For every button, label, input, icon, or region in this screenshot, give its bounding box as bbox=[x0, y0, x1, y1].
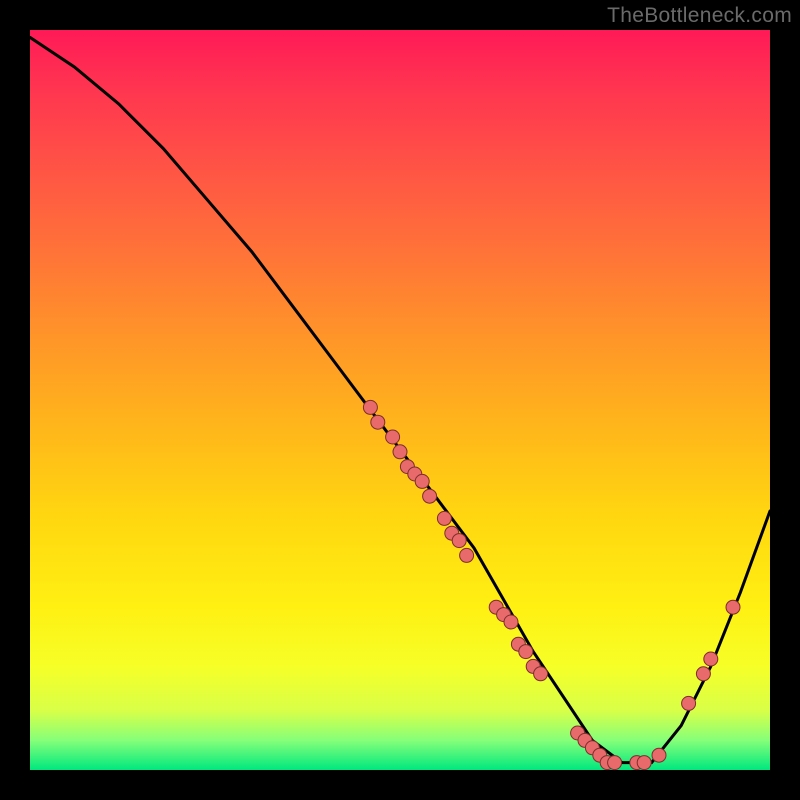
bottleneck-curve bbox=[30, 37, 770, 762]
plot-area bbox=[30, 30, 770, 770]
data-marker bbox=[423, 489, 437, 503]
watermark-text: TheBottleneck.com bbox=[607, 4, 792, 28]
data-marker bbox=[608, 756, 622, 770]
data-marker bbox=[652, 748, 666, 762]
data-marker bbox=[393, 445, 407, 459]
data-marker bbox=[460, 548, 474, 562]
data-marker bbox=[696, 667, 710, 681]
data-marker bbox=[363, 400, 377, 414]
data-marker bbox=[726, 600, 740, 614]
data-marker bbox=[519, 645, 533, 659]
data-marker bbox=[704, 652, 718, 666]
data-marker bbox=[371, 415, 385, 429]
data-marker bbox=[637, 756, 651, 770]
data-marker bbox=[682, 696, 696, 710]
data-marker bbox=[452, 534, 466, 548]
data-marker bbox=[534, 667, 548, 681]
marker-group bbox=[363, 400, 740, 769]
chart-frame: TheBottleneck.com bbox=[0, 0, 800, 800]
data-marker bbox=[415, 474, 429, 488]
data-marker bbox=[437, 511, 451, 525]
data-marker bbox=[504, 615, 518, 629]
data-marker bbox=[386, 430, 400, 444]
chart-svg bbox=[30, 30, 770, 770]
